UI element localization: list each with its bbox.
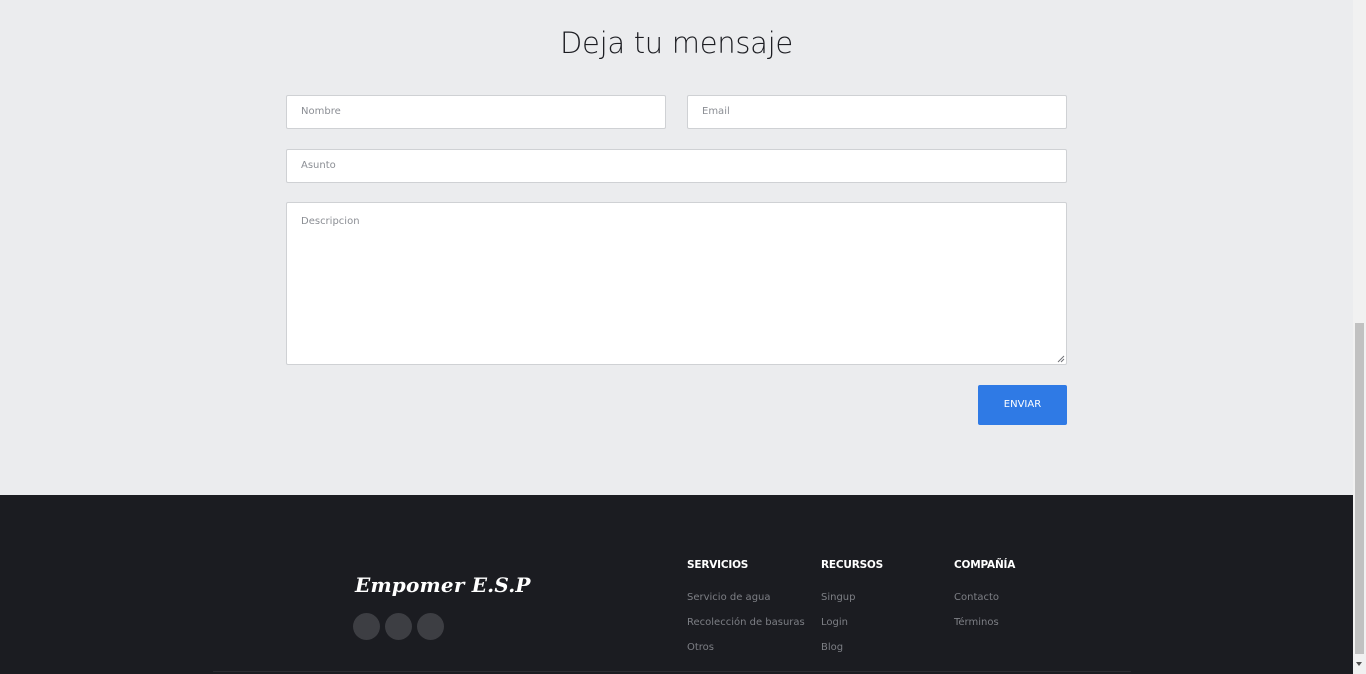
brand-logo: Empomer E.S.P (355, 573, 531, 597)
footer-link[interactable]: Recolección de basuras (687, 616, 805, 630)
footer-link[interactable]: Servicio de agua (687, 591, 805, 605)
subject-input[interactable]: Asunto (286, 149, 1067, 183)
footer-divider (213, 671, 1131, 672)
footer-column-recursos: RECURSOS Singup Login Blog (821, 558, 883, 655)
footer-link[interactable]: Login (821, 616, 883, 630)
contact-title: Deja tu mensaje (560, 26, 793, 60)
description-placeholder: Descripcion (301, 216, 360, 227)
name-input[interactable]: Nombre (286, 95, 666, 129)
footer-link[interactable]: Blog (821, 641, 883, 655)
footer-column-title: COMPAÑÍA (954, 559, 1016, 571)
social-icon[interactable] (385, 613, 412, 640)
send-button[interactable]: ENVIAR (978, 385, 1067, 425)
social-icon[interactable] (417, 613, 444, 640)
footer-link[interactable]: Singup (821, 591, 883, 605)
social-icon[interactable] (353, 613, 380, 640)
footer-column-title: SERVICIOS (687, 559, 749, 571)
footer-column-compania: COMPAÑÍA Contacto Términos (954, 558, 1015, 630)
footer-link[interactable]: Términos (954, 616, 1015, 630)
scrollbar-thumb[interactable] (1355, 323, 1364, 654)
footer-link[interactable]: Contacto (954, 591, 1015, 605)
contact-section: Deja tu mensaje Nombre Email Asunto Desc… (0, 0, 1353, 495)
scroll-down-arrow-icon[interactable] (1356, 662, 1362, 666)
description-textarea[interactable]: Descripcion (286, 202, 1067, 365)
footer-column-title: RECURSOS (821, 559, 884, 571)
page-scrollbar[interactable] (1353, 0, 1366, 674)
email-input[interactable]: Email (687, 95, 1067, 129)
page: Deja tu mensaje Nombre Email Asunto Desc… (0, 0, 1353, 674)
resize-grip-icon[interactable] (1057, 355, 1065, 363)
footer-link[interactable]: Otros (687, 641, 805, 655)
footer-column-servicios: SERVICIOS Servicio de agua Recolección d… (687, 558, 805, 655)
footer: Empomer E.S.P SERVICIOS Servicio de agua… (0, 495, 1353, 674)
